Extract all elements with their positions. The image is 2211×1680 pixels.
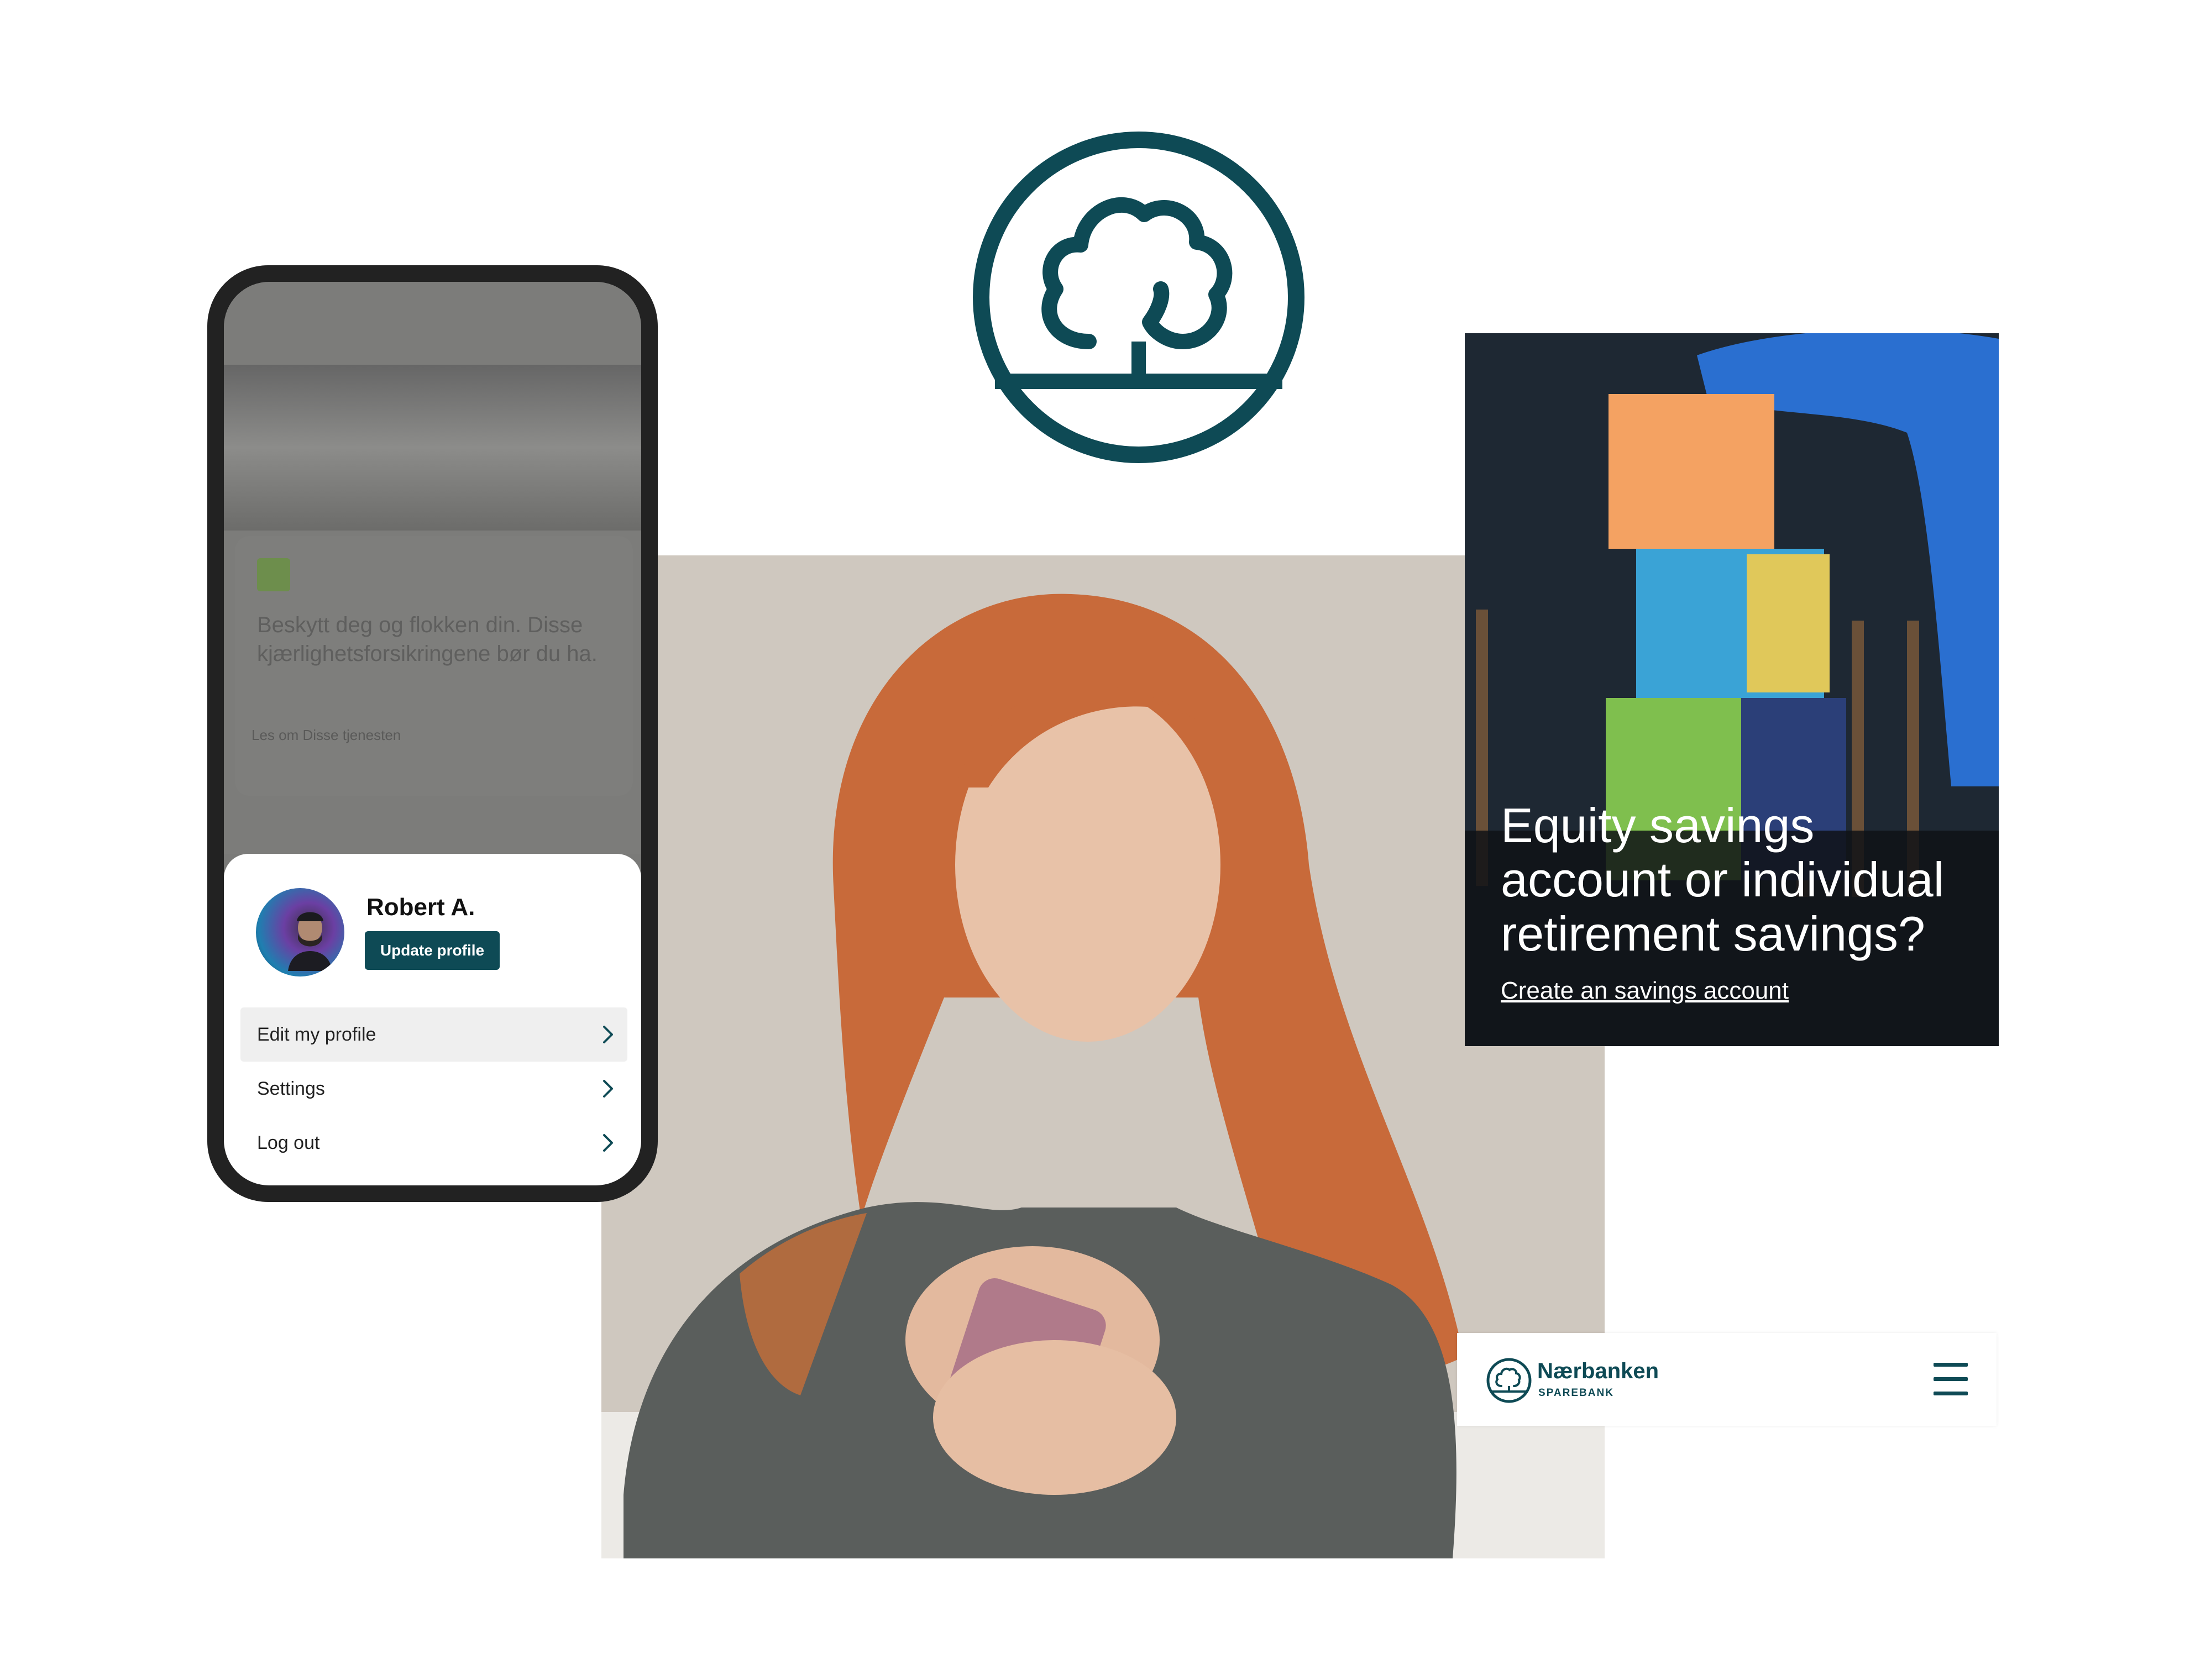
savings-promo-card: Equity savings account or individual ret…	[1465, 333, 1999, 1046]
hamburger-menu-icon[interactable]	[1934, 1363, 1968, 1396]
blurred-info-card: Beskytt deg og flokken din. Disse kjærli…	[235, 536, 633, 796]
update-profile-button[interactable]: Update profile	[365, 931, 500, 970]
avatar[interactable]	[256, 888, 344, 977]
phone-frame: Beskytt deg og flokken din. Disse kjærli…	[207, 265, 658, 1202]
create-savings-account-link[interactable]: Create an savings account	[1501, 977, 1789, 1005]
blurred-card-text: Beskytt deg og flokken din. Disse kjærli…	[257, 613, 598, 666]
hero-photo	[601, 555, 1605, 1558]
chevron-right-icon	[603, 1080, 613, 1098]
promo-title: Equity savings account or individual ret…	[1501, 798, 1945, 961]
chevron-right-icon	[603, 1026, 613, 1043]
menu-item-label: Settings	[257, 1078, 325, 1099]
heart-icon	[257, 558, 290, 591]
user-name: Robert A.	[366, 894, 475, 921]
menu-item-label: Edit my profile	[257, 1023, 376, 1045]
phone-screen: Beskytt deg og flokken din. Disse kjærli…	[224, 282, 641, 1185]
bank-name: Nærbanken	[1537, 1359, 1659, 1383]
bank-subtitle: SPAREBANK	[1538, 1387, 1614, 1399]
profile-sheet: Robert A. Update profile Edit my profile…	[224, 854, 641, 1185]
chevron-right-icon	[603, 1134, 613, 1152]
blurred-hero-image	[224, 365, 641, 531]
menu-item-log-out[interactable]: Log out	[240, 1116, 627, 1170]
bank-header-bar: Nærbanken SPAREBANK	[1457, 1333, 1997, 1426]
menu-item-edit-profile[interactable]: Edit my profile	[240, 1007, 627, 1062]
person-image	[288, 912, 332, 971]
tree-logo-icon[interactable]	[1486, 1357, 1532, 1404]
menu-item-label: Log out	[257, 1132, 320, 1153]
tree-logo-icon	[973, 132, 1304, 463]
blurred-card-link: Les om Disse tjenesten	[252, 727, 401, 743]
menu-item-settings[interactable]: Settings	[240, 1062, 627, 1116]
